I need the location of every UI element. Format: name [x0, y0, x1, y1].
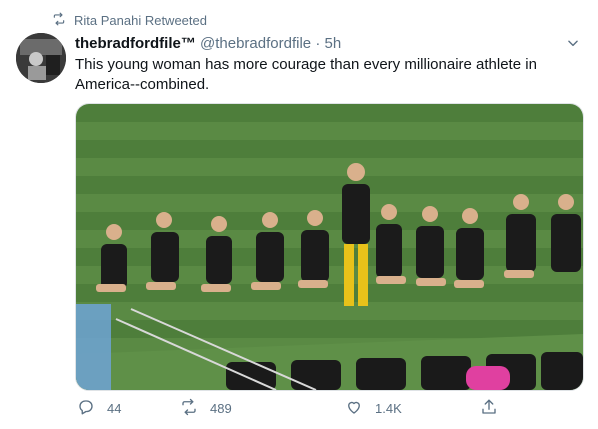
tweet-header: thebradfordfile™ @thebradfordfile · 5h [75, 34, 568, 54]
reply-count: 44 [107, 401, 122, 416]
tweet-text: This young woman has more courage than e… [75, 56, 537, 93]
separator-dot: · [315, 35, 321, 52]
share-icon [480, 398, 498, 419]
avatar[interactable] [16, 33, 66, 83]
display-name[interactable]: thebradfordfile™ [75, 35, 196, 52]
reply-icon [77, 398, 95, 419]
reply-button[interactable]: 44 [77, 398, 121, 419]
like-button[interactable]: 1.4K [345, 398, 402, 419]
retweet-context-label: Rita Panahi Retweeted [74, 12, 207, 28]
like-count: 1.4K [375, 401, 402, 416]
retweet-count: 489 [210, 401, 232, 416]
retweet-icon [52, 12, 66, 29]
tweet-timestamp[interactable]: 5h [324, 35, 341, 52]
more-options-button[interactable] [564, 36, 582, 54]
user-handle[interactable]: @thebradfordfile [200, 35, 311, 52]
heart-icon [345, 398, 363, 419]
retweet-context[interactable]: Rita Panahi Retweeted [52, 12, 207, 28]
retweet-button[interactable]: 489 [180, 398, 232, 419]
chevron-down-icon [566, 36, 580, 55]
tweet-actions: 44 489 1.4K [75, 398, 498, 422]
tweet-media-photo[interactable] [75, 103, 584, 391]
share-button[interactable] [480, 398, 498, 419]
retweet-icon [180, 398, 198, 419]
